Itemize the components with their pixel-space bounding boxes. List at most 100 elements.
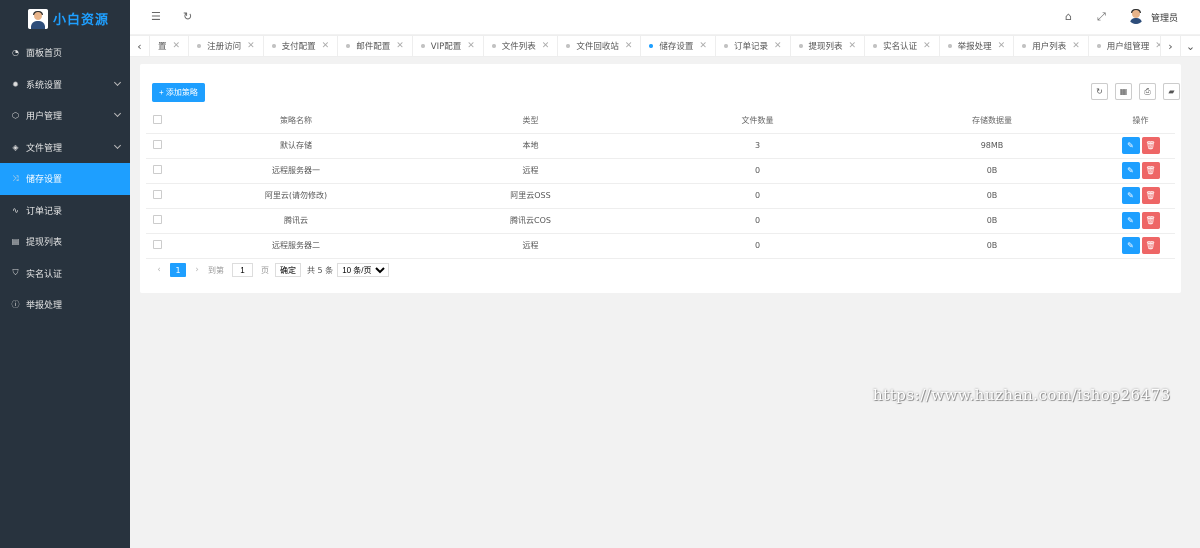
tab-item[interactable]: 举报处理 ✕ [940, 35, 1015, 57]
logo[interactable]: 小白资源 [0, 0, 130, 37]
tab-close-icon[interactable]: ✕ [173, 41, 181, 51]
refresh-icon[interactable]: ↻ [183, 10, 192, 23]
tab-close-icon[interactable]: ✕ [774, 41, 782, 51]
home-icon[interactable]: ⌂ [1065, 10, 1072, 23]
row-checkbox[interactable] [152, 215, 162, 224]
page-next-icon[interactable]: › [190, 265, 204, 275]
tab-item[interactable]: 用户组管理 ✕ [1089, 35, 1160, 57]
tab-item[interactable]: 文件回收站 ✕ [558, 35, 642, 57]
goto-page-input[interactable] [232, 263, 253, 277]
table-columns-icon[interactable]: ▦ [1115, 83, 1132, 100]
sidebar-item-3[interactable]: ◈ 文件管理 [0, 132, 130, 164]
fullscreen-icon[interactable]: ⤢ [1097, 10, 1106, 24]
table-row[interactable]: 默认存储 本地 3 98MB ✎ 🗑 [146, 133, 1175, 159]
table-row[interactable]: 远程服务器一 远程 0 0B ✎ 🗑 [146, 158, 1175, 184]
page-size-select[interactable]: 10 条/页 [337, 263, 390, 277]
row-checkbox[interactable] [152, 140, 162, 149]
tab-item[interactable]: 邮件配置 ✕ [338, 35, 413, 57]
trash-icon: 🗑 [1145, 216, 1156, 225]
edit-button[interactable]: ✎ [1121, 212, 1140, 229]
col-name[interactable]: 策略名称 [168, 108, 424, 134]
sidebar-item-label: 面板首页 [26, 49, 63, 60]
edit-button[interactable]: ✎ [1121, 187, 1140, 204]
tab-item[interactable]: 置 ✕ [150, 35, 190, 57]
tab-item[interactable]: 实名认证 ✕ [865, 35, 940, 57]
tab-scroll-left-icon[interactable]: ‹ [130, 35, 150, 57]
user-name[interactable]: 管理员 [1151, 11, 1178, 24]
table-row[interactable]: 腾讯云 腾讯云COS 0 0B ✎ 🗑 [146, 208, 1175, 234]
goto-confirm-button[interactable]: 确定 [275, 263, 301, 277]
menu-toggle-icon[interactable]: ☰ [151, 10, 161, 23]
row-select-cell[interactable] [146, 133, 168, 159]
tab-item[interactable]: 支付配置 ✕ [264, 35, 339, 57]
sidebar-item-0[interactable]: ◔ 面板首页 [0, 37, 130, 69]
delete-button[interactable]: 🗑 [1141, 137, 1160, 154]
tab-close-icon[interactable]: ✕ [625, 41, 633, 51]
edit-button[interactable]: ✎ [1121, 162, 1140, 179]
select-all-checkbox[interactable] [152, 114, 162, 124]
tab-close-icon[interactable]: ✕ [467, 41, 475, 51]
row-select-cell[interactable] [146, 158, 168, 184]
sidebar-item-7[interactable]: ⛉ 实名认证 [0, 258, 130, 290]
tab-close-icon[interactable]: ✕ [998, 41, 1006, 51]
row-checkbox[interactable] [152, 190, 162, 199]
delete-button[interactable]: 🗑 [1141, 212, 1160, 229]
sidebar-item-1[interactable]: ✹ 系统设置 [0, 69, 130, 101]
cell-name: 远程服务器一 [168, 158, 424, 184]
table-row[interactable]: 远程服务器二 远程 0 0B ✎ 🗑 [146, 233, 1175, 259]
user-avatar[interactable] [1128, 8, 1144, 24]
sidebar-menu: ◔ 面板首页 ✹ 系统设置 ⬡ 用户管理 ◈ 文件管理 ⤨ 储存设置 ∿ 订单记录 ▤ 提现列表 ⛉ 实名认证… [0, 37, 130, 321]
delete-button[interactable]: 🗑 [1141, 187, 1160, 204]
row-select-cell[interactable] [146, 233, 168, 259]
sidebar-item-8[interactable]: ⓘ 举报处理 [0, 289, 130, 321]
sidebar-item-5[interactable]: ∿ 订单记录 [0, 195, 130, 227]
tab-item[interactable]: VIP配置 ✕ [413, 35, 484, 57]
table-print-icon[interactable]: ▰ [1163, 83, 1180, 100]
tab-menu-chevron-down-icon[interactable]: ⌄ [1180, 35, 1200, 57]
row-select-cell[interactable] [146, 208, 168, 234]
sidebar-item-6[interactable]: ▤ 提现列表 [0, 226, 130, 258]
edit-button[interactable]: ✎ [1121, 137, 1140, 154]
trash-icon: 🗑 [1145, 191, 1156, 200]
table-export-icon[interactable]: ⎙ [1139, 83, 1156, 100]
tab-close-icon[interactable]: ✕ [923, 41, 931, 51]
row-checkbox[interactable] [152, 165, 162, 174]
select-all-cell[interactable] [146, 108, 168, 134]
col-count[interactable]: 文件数量 [637, 108, 878, 134]
col-type[interactable]: 类型 [424, 108, 637, 134]
tab-item[interactable]: 文件列表 ✕ [484, 35, 559, 57]
cell-name: 阿里云(请勿修改) [168, 183, 424, 209]
tab-item[interactable]: 用户列表 ✕ [1014, 35, 1089, 57]
sidebar-item-2[interactable]: ⬡ 用户管理 [0, 100, 130, 132]
dashboard-icon: ◔ [12, 48, 19, 58]
gear-icon: ✹ [12, 79, 19, 89]
tab-dot-icon [873, 44, 878, 48]
table-row[interactable]: 阿里云(请勿修改) 阿里云OSS 0 0B ✎ 🗑 [146, 183, 1175, 209]
delete-button[interactable]: 🗑 [1141, 162, 1160, 179]
page-current[interactable]: 1 [170, 263, 186, 277]
tab-close-icon[interactable]: ✕ [396, 41, 404, 51]
tab-item[interactable]: 储存设置 ✕ [641, 35, 716, 57]
row-checkbox[interactable] [152, 240, 162, 249]
page-prev-icon[interactable]: ‹ [152, 265, 166, 275]
edit-button[interactable]: ✎ [1121, 237, 1140, 254]
col-size[interactable]: 存储数据量 [878, 108, 1106, 134]
add-strategy-button[interactable]: + 添加策略 [152, 83, 205, 102]
sidebar-item-4[interactable]: ⤨ 储存设置 [0, 163, 130, 195]
tab-close-icon[interactable]: ✕ [542, 41, 550, 51]
pencil-icon: ✎ [1127, 141, 1134, 150]
tab-close-icon[interactable]: ✕ [247, 41, 255, 51]
delete-button[interactable]: 🗑 [1141, 237, 1160, 254]
tab-item[interactable]: 提现列表 ✕ [791, 35, 866, 57]
tab-item[interactable]: 订单记录 ✕ [716, 35, 791, 57]
brand-name: 小白资源 [53, 13, 110, 28]
tab-close-icon[interactable]: ✕ [849, 41, 857, 51]
tab-close-icon[interactable]: ✕ [1072, 41, 1080, 51]
tab-item[interactable]: 注册访问 ✕ [189, 35, 264, 57]
table-refresh-icon[interactable]: ↻ [1091, 83, 1108, 100]
tab-label: 订单记录 [733, 42, 768, 52]
row-select-cell[interactable] [146, 183, 168, 209]
tab-scroll-right-icon[interactable]: › [1160, 35, 1180, 57]
tab-close-icon[interactable]: ✕ [699, 41, 707, 51]
tab-close-icon[interactable]: ✕ [322, 41, 330, 51]
